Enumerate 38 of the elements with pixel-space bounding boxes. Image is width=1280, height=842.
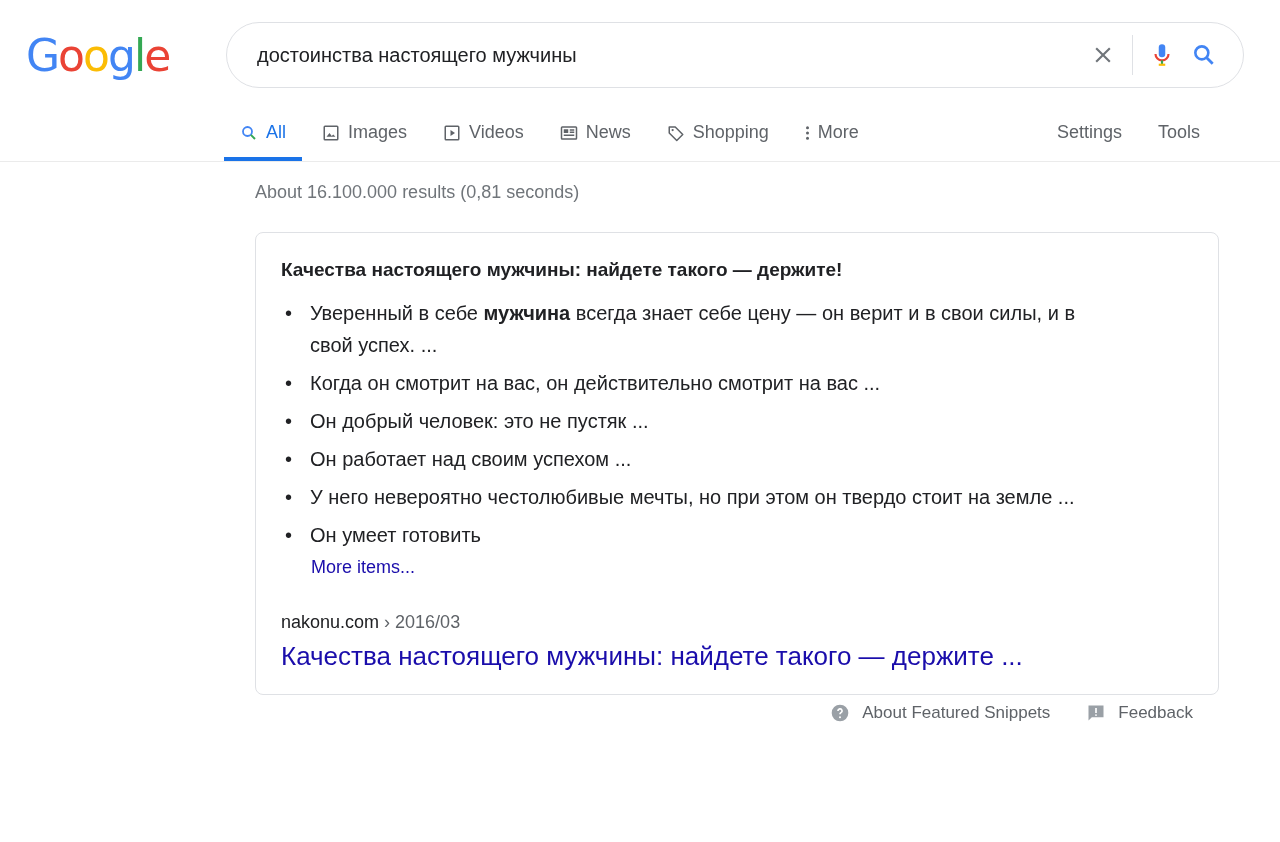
- play-icon: [443, 123, 462, 142]
- bullet: •: [284, 523, 293, 548]
- about-snippets-link[interactable]: About Featured Snippets: [862, 703, 1051, 723]
- toolbar-link[interactable]: Tools: [1157, 122, 1200, 143]
- tab[interactable]: All: [224, 108, 302, 161]
- newspaper-icon: [559, 123, 578, 142]
- snippet-heading: Качества настоящего мужчины: найдете такого — держите!: [281, 259, 844, 281]
- tag-icon: [666, 123, 685, 142]
- bullet: •: [284, 301, 293, 326]
- bullet: •: [284, 447, 293, 472]
- list-item: У него невероятно честолюбивые мечты, но при этом он твердо стоит на земле ...: [310, 485, 1075, 510]
- dots-icon: [804, 123, 810, 142]
- tab[interactable]: More: [788, 108, 875, 161]
- bullet: •: [284, 409, 293, 434]
- bullet: •: [284, 485, 293, 510]
- list-item: Когда он смотрит на вас, он действительно смотрит на вас ...: [310, 371, 881, 396]
- help-icon[interactable]: [830, 703, 851, 723]
- more-items-link[interactable]: More items...: [311, 557, 1194, 578]
- list-item: Он умеет готовить: [310, 523, 481, 548]
- list-item: Уверенный в себе мужчина всегда знает себе цену — он верит и в свои силы, и в свой успех. ...: [310, 301, 1076, 358]
- search-icon: [240, 123, 258, 142]
- feedback-icon[interactable]: [1086, 703, 1107, 723]
- search-field[interactable]: достоинства настоящего мужчины: [255, 42, 1074, 68]
- list-item: Он добрый человек: это не пустяк ...: [310, 409, 649, 434]
- result-stats: About 16.100.000 results (0,81 seconds): [255, 182, 581, 203]
- result-title-link[interactable]: Качества настоящего мужчины: найдете такого — держите ...: [281, 641, 1194, 672]
- image-icon: [322, 123, 340, 142]
- feedback-link[interactable]: Feedback: [1118, 703, 1193, 723]
- breadcrumb-path: › 2016/03: [384, 612, 461, 632]
- logo[interactable]: Google: [26, 29, 226, 81]
- toolbar-link[interactable]: Settings: [1056, 122, 1122, 143]
- tab[interactable]: Videos: [427, 108, 540, 161]
- list-item: Он работает над своим успехом ...: [310, 447, 632, 472]
- site-name: nakonu.com: [281, 612, 380, 632]
- tab[interactable]: Shopping: [650, 108, 785, 161]
- tab[interactable]: News: [543, 108, 647, 161]
- bullet: •: [284, 371, 293, 396]
- tab[interactable]: Images: [306, 108, 424, 161]
